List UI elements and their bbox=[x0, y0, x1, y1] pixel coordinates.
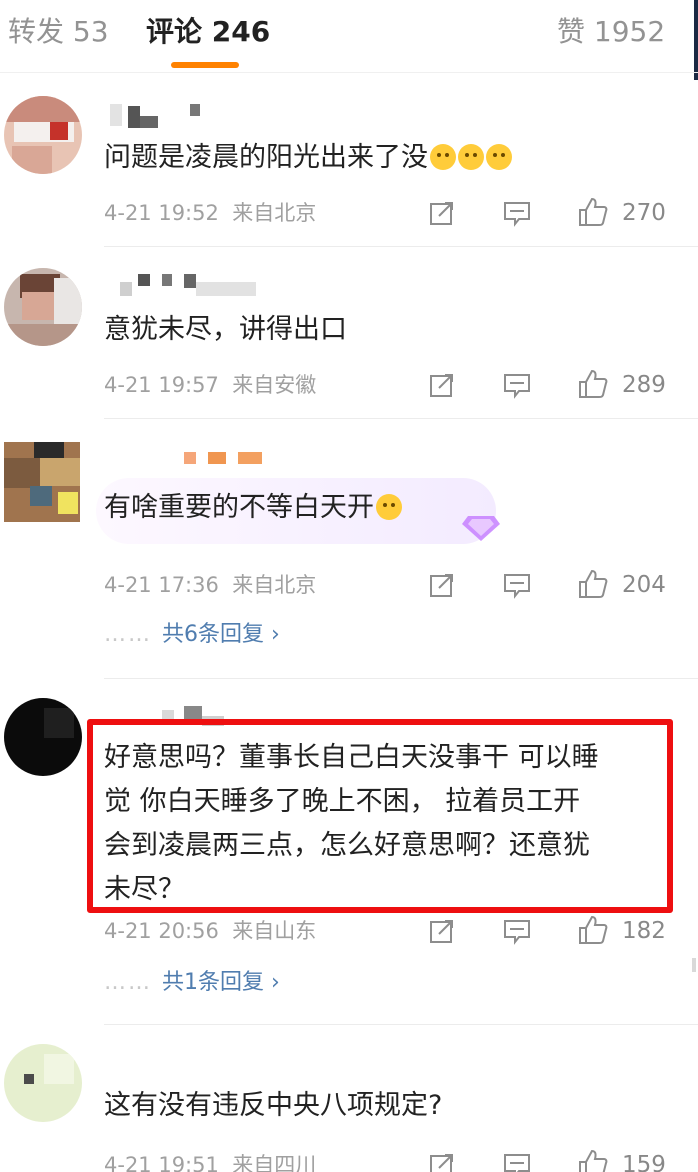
emoji-icon bbox=[430, 144, 456, 170]
tab-likes[interactable]: 赞 1952 bbox=[557, 14, 665, 50]
like-count: 182 bbox=[622, 918, 666, 944]
comment-time: 4-21 17:36 bbox=[104, 573, 219, 597]
avatar[interactable] bbox=[4, 268, 82, 346]
scroll-tick bbox=[692, 958, 696, 972]
comment-icon[interactable] bbox=[502, 570, 532, 600]
tabs-divider bbox=[0, 72, 698, 73]
edge-bar bbox=[694, 0, 698, 80]
comment-time: 4-21 19:57 bbox=[104, 373, 219, 397]
like-count: 159 bbox=[622, 1152, 666, 1172]
comment-meta: 4-21 20:56 来自山东 bbox=[104, 916, 316, 946]
comment-location: 来自四川 bbox=[232, 1153, 317, 1172]
tab-reposts[interactable]: 转发 53 bbox=[8, 14, 109, 50]
comment-divider bbox=[104, 1024, 698, 1025]
comment-text: 意犹未尽，讲得出口 bbox=[104, 314, 347, 345]
avatar[interactable] bbox=[4, 698, 82, 776]
replies-count: 共1条回复 › bbox=[162, 970, 280, 995]
comment-icon[interactable] bbox=[502, 1150, 532, 1172]
repost-icon[interactable] bbox=[427, 370, 457, 400]
like-icon[interactable] bbox=[577, 368, 609, 400]
comment-icon[interactable] bbox=[502, 370, 532, 400]
tab-comments[interactable]: 评论 246 bbox=[146, 14, 270, 50]
username-redacted[interactable] bbox=[104, 270, 304, 296]
like-icon[interactable] bbox=[577, 568, 609, 600]
active-tab-indicator bbox=[171, 62, 239, 68]
comment-meta: 4-21 19:52 来自北京 bbox=[104, 198, 316, 228]
comment-time: 4-21 19:51 bbox=[104, 1153, 219, 1172]
repost-icon[interactable] bbox=[427, 198, 457, 228]
repost-icon[interactable] bbox=[427, 916, 457, 946]
username-redacted[interactable] bbox=[104, 450, 304, 476]
like-icon[interactable] bbox=[577, 914, 609, 946]
like-icon[interactable] bbox=[577, 1148, 609, 1172]
comment-meta: 4-21 19:51 来自四川 bbox=[104, 1150, 316, 1172]
reply-dots: …… bbox=[104, 970, 152, 995]
comment-meta: 4-21 17:36 来自北京 bbox=[104, 570, 316, 600]
repost-icon[interactable] bbox=[427, 1150, 457, 1172]
username-redacted[interactable] bbox=[104, 102, 304, 128]
comment-meta: 4-21 19:57 来自安徽 bbox=[104, 370, 316, 400]
comment-divider bbox=[104, 678, 698, 679]
comment-text: 有啥重要的不等白天开 bbox=[104, 486, 402, 530]
view-replies-link[interactable]: …… 共6条回复 › bbox=[104, 620, 280, 650]
comment-time: 4-21 19:52 bbox=[104, 201, 219, 225]
highlight-box bbox=[87, 719, 673, 913]
like-count: 204 bbox=[622, 572, 666, 598]
comment-text: 问题是凌晨的阳光出来了没 bbox=[104, 136, 512, 180]
comment-icon[interactable] bbox=[502, 198, 532, 228]
comment-location: 来自北京 bbox=[232, 573, 317, 597]
emoji-icon bbox=[376, 494, 402, 520]
comment-icon[interactable] bbox=[502, 916, 532, 946]
reply-dots: …… bbox=[104, 622, 152, 647]
replies-count: 共6条回复 › bbox=[162, 622, 280, 647]
avatar[interactable] bbox=[4, 1044, 82, 1122]
view-replies-link[interactable]: …… 共1条回复 › bbox=[104, 968, 280, 998]
comment-divider bbox=[104, 246, 698, 247]
comment-tabs: 转发 53 评论 246 赞 1952 bbox=[0, 0, 698, 80]
like-count: 270 bbox=[622, 200, 666, 226]
like-count: 289 bbox=[622, 372, 666, 398]
repost-icon[interactable] bbox=[427, 570, 457, 600]
emoji-icon bbox=[458, 144, 484, 170]
comment-location: 来自山东 bbox=[232, 919, 317, 943]
comment-location: 来自安徽 bbox=[232, 373, 317, 397]
comment-time: 4-21 20:56 bbox=[104, 919, 219, 943]
comment-divider bbox=[104, 418, 698, 419]
avatar[interactable] bbox=[4, 96, 82, 174]
emoji-icon bbox=[486, 144, 512, 170]
avatar[interactable] bbox=[4, 442, 80, 522]
comment-text: 这有没有违反中央八项规定? bbox=[104, 1090, 443, 1121]
like-icon[interactable] bbox=[577, 196, 609, 228]
badge-icon bbox=[462, 516, 500, 541]
comment-location: 来自北京 bbox=[232, 201, 317, 225]
